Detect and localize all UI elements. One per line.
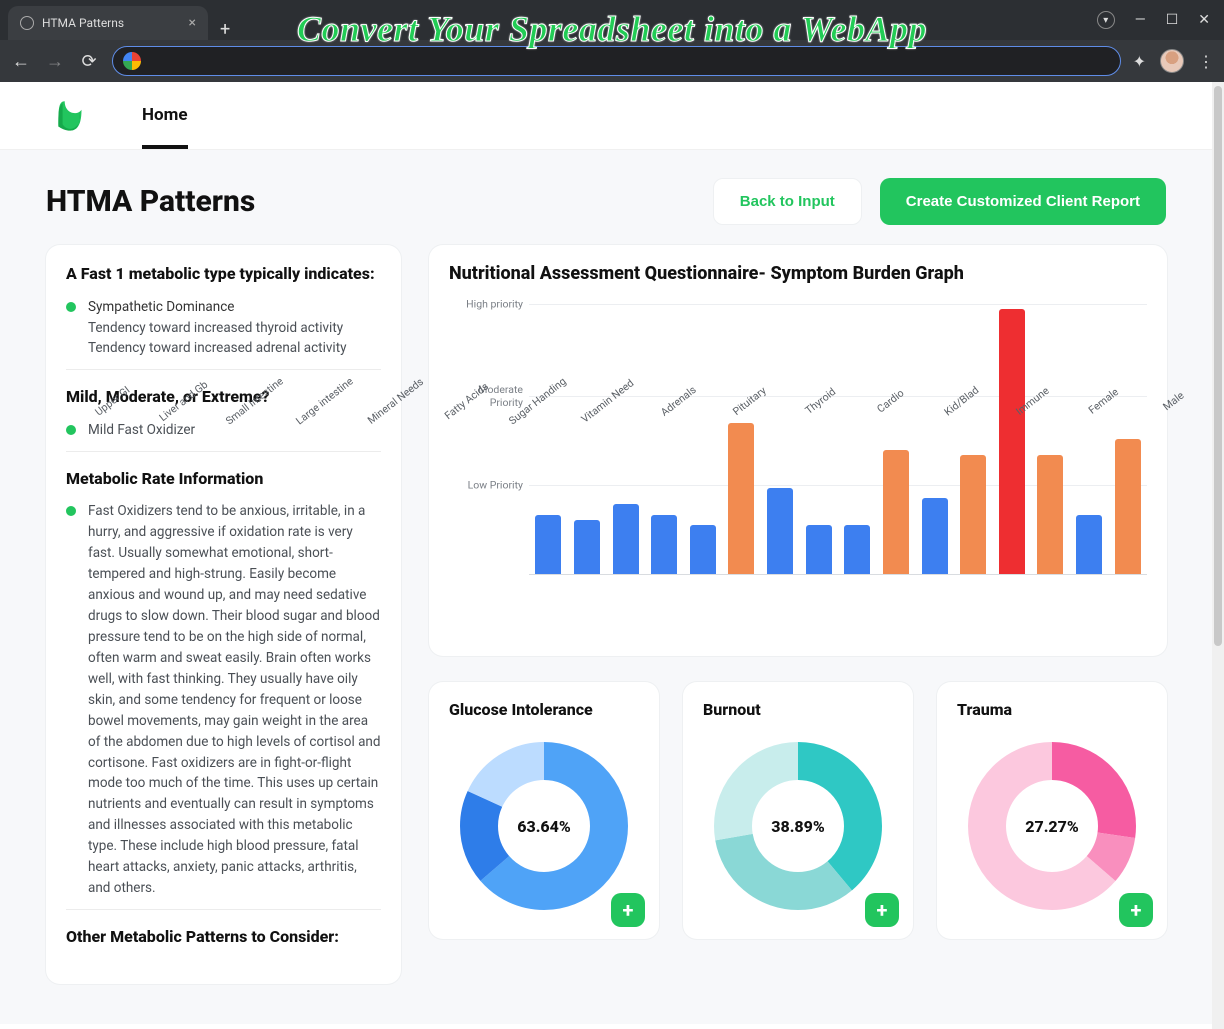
vertical-scrollbar[interactable] bbox=[1212, 82, 1224, 1029]
back-to-input-button[interactable]: Back to Input bbox=[713, 178, 862, 225]
expand-button[interactable]: + bbox=[865, 893, 899, 927]
extensions-icon[interactable]: ✦ bbox=[1133, 52, 1146, 71]
section1-lines: Sympathetic Dominance Tendency toward in… bbox=[88, 297, 347, 360]
bar-mineral-needs bbox=[690, 525, 716, 574]
bar-cardio bbox=[960, 455, 986, 574]
section3-body: Fast Oxidizers tend to be anxious, irrit… bbox=[88, 501, 381, 899]
donut-center-label: 63.64% bbox=[449, 731, 639, 921]
bar-small-intestine bbox=[613, 504, 639, 574]
bar-male bbox=[1115, 439, 1141, 574]
donut-title: Trauma bbox=[957, 700, 1147, 719]
nav-home[interactable]: Home bbox=[142, 82, 188, 149]
bar-kid-blad bbox=[999, 309, 1025, 574]
section3-heading: Metabolic Rate Information bbox=[66, 468, 381, 490]
tab-title: HTMA Patterns bbox=[42, 16, 124, 30]
bar-vitamin-need bbox=[806, 525, 832, 574]
app-logo[interactable] bbox=[50, 95, 92, 137]
bar-large-intestine bbox=[651, 515, 677, 574]
bar-upper-gi bbox=[535, 515, 561, 574]
maximize-icon[interactable]: ☐ bbox=[1166, 12, 1179, 28]
back-icon[interactable]: ← bbox=[10, 51, 32, 72]
address-bar[interactable] bbox=[112, 46, 1121, 76]
symptom-burden-chart-card: Nutritional Assessment Questionnaire- Sy… bbox=[429, 245, 1167, 656]
section4-heading: Other Metabolic Patterns to Consider: bbox=[66, 926, 381, 948]
new-tab-button[interactable]: + bbox=[208, 19, 242, 40]
bar-female bbox=[1076, 515, 1102, 574]
expand-button[interactable]: + bbox=[611, 893, 645, 927]
x-axis-label: Male bbox=[1142, 374, 1206, 428]
donut-card-1: Burnout 38.89%+ bbox=[683, 682, 913, 939]
donut-title: Glucose Intolerance bbox=[449, 700, 639, 719]
reload-icon[interactable]: ⟳ bbox=[78, 51, 100, 72]
section1-heading: A Fast 1 metabolic type typically indica… bbox=[66, 263, 381, 285]
bar-fatty-acids bbox=[728, 423, 754, 574]
minimize-icon[interactable]: — bbox=[1135, 12, 1146, 28]
bullet-dot-icon bbox=[66, 302, 76, 312]
y-axis-label: Low Priority bbox=[449, 478, 523, 491]
create-report-button[interactable]: Create Customized Client Report bbox=[880, 178, 1166, 225]
bar-pituitary bbox=[883, 450, 909, 574]
donut-card-2: Trauma 27.27%+ bbox=[937, 682, 1167, 939]
page-title: HTMA Patterns bbox=[46, 184, 255, 219]
chevron-down-icon[interactable]: ▾ bbox=[1097, 11, 1115, 29]
bar-thyroid bbox=[922, 498, 948, 574]
y-axis-label: High priority bbox=[449, 298, 523, 311]
bullet-dot-icon bbox=[66, 506, 76, 516]
bullet-dot-icon bbox=[66, 425, 76, 435]
browser-chrome: HTMA Patterns × + ▾ — ☐ ✕ Convert Your S… bbox=[0, 0, 1224, 82]
donut-center-label: 27.27% bbox=[957, 731, 1147, 921]
donut-center-label: 38.89% bbox=[703, 731, 893, 921]
section2-item: Mild Fast Oxidizer bbox=[88, 420, 195, 441]
bar-liver-and-gb bbox=[574, 520, 600, 574]
close-tab-icon[interactable]: × bbox=[189, 15, 196, 31]
profile-avatar[interactable] bbox=[1160, 49, 1184, 73]
forward-icon[interactable]: → bbox=[44, 51, 66, 72]
donut-card-0: Glucose Intolerance 63.64%+ bbox=[429, 682, 659, 939]
bar-chart: Low PriorityModerate PriorityHigh priori… bbox=[449, 294, 1147, 574]
close-window-icon[interactable]: ✕ bbox=[1198, 12, 1210, 28]
bar-adrenals bbox=[844, 525, 870, 574]
kebab-menu-icon[interactable]: ⋮ bbox=[1198, 52, 1214, 71]
app-header: Home bbox=[0, 82, 1212, 150]
bar-immune bbox=[1037, 455, 1063, 574]
metabolic-info-card: A Fast 1 metabolic type typically indica… bbox=[46, 245, 401, 984]
google-icon bbox=[123, 52, 141, 70]
browser-tab[interactable]: HTMA Patterns × bbox=[8, 6, 208, 40]
chart-title: Nutritional Assessment Questionnaire- Sy… bbox=[449, 263, 1147, 284]
expand-button[interactable]: + bbox=[1119, 893, 1153, 927]
globe-icon bbox=[20, 16, 34, 30]
bar-sugar-handing bbox=[767, 488, 793, 574]
donut-title: Burnout bbox=[703, 700, 893, 719]
